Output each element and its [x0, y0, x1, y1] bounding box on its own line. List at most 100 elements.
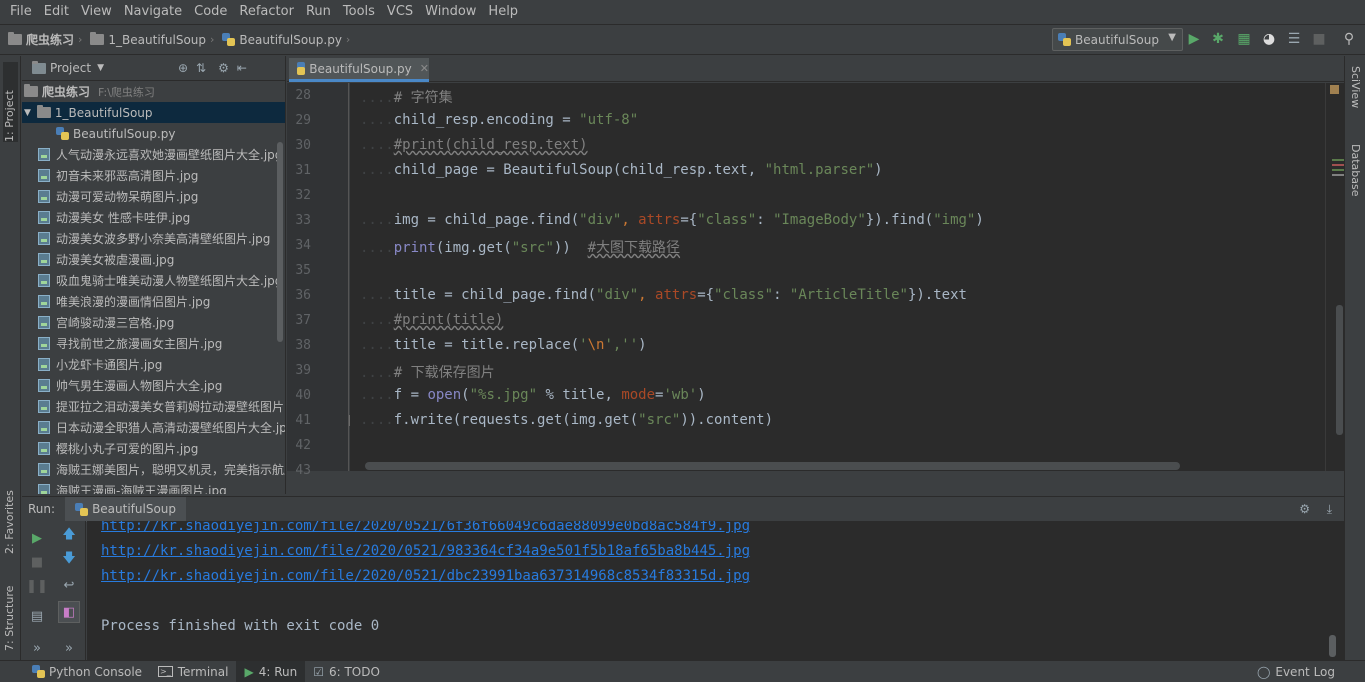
- stop-icon[interactable]: ■: [28, 553, 46, 571]
- profile-icon[interactable]: ◕: [1261, 31, 1277, 47]
- project-scrollbar[interactable]: [277, 142, 283, 342]
- run-icon: ▶: [244, 664, 254, 679]
- tree-file-item[interactable]: 小龙虾卡通图片.jpg: [22, 354, 285, 375]
- project-panel-header: Project ▼ ⊕ ⇅ ⚙ ⇤: [22, 56, 285, 81]
- tab-project[interactable]: 1: Project: [3, 62, 18, 142]
- menu-navigate[interactable]: Navigate: [118, 0, 188, 24]
- more-icon[interactable]: »: [28, 639, 46, 657]
- tab-database[interactable]: Database: [1349, 144, 1362, 197]
- tab-beautifulsoup-py[interactable]: BeautifulSoup.py ✕: [289, 58, 429, 82]
- line-number: 29: [295, 113, 311, 128]
- tab-structure[interactable]: 7: Structure: [3, 571, 16, 651]
- tree-file-item[interactable]: 日本动漫全职猎人高清动漫壁纸图片大全.jpg: [22, 417, 285, 438]
- change-marker[interactable]: [1332, 169, 1344, 171]
- editor-horizontal-scrollbar[interactable]: [365, 462, 1180, 470]
- menu-window[interactable]: Window: [419, 0, 482, 24]
- tree-file-item[interactable]: 动漫美女被虐漫画.jpg: [22, 249, 285, 270]
- editor-vertical-scrollbar[interactable]: [1336, 305, 1343, 435]
- breadcrumb-folder[interactable]: 1_BeautifulSoup ›: [90, 32, 218, 47]
- chevron-down-icon: ▼: [24, 107, 31, 118]
- code-line-30: ....#print(child_resp.text): [360, 137, 588, 153]
- menu-refactor[interactable]: Refactor: [233, 0, 300, 24]
- code-line-38: ....title = title.replace('\n',''): [360, 337, 647, 353]
- concurrency-icon[interactable]: ☰: [1286, 31, 1302, 47]
- tree-file-item[interactable]: 海贼王娜美图片，聪明又机灵，完美指示航路.jpg: [22, 459, 285, 480]
- code-line-36: ....title = child_page.find("div", attrs…: [360, 287, 967, 303]
- run-button[interactable]: ▶: [1186, 31, 1202, 47]
- hide-icon[interactable]: ⤓: [1327, 502, 1332, 517]
- tree-file-item[interactable]: 动漫美女波多野小奈美高清壁纸图片.jpg: [22, 228, 285, 249]
- output-link[interactable]: http://kr.shaodiyejin.com/file/2020/0521…: [101, 568, 750, 584]
- inspection-icon[interactable]: [1330, 85, 1339, 94]
- project-view-select[interactable]: Project: [50, 61, 91, 75]
- tree-file-item[interactable]: 提亚拉之泪动漫美女普莉姆拉动漫壁纸图片.jpg: [22, 396, 285, 417]
- menu-tools[interactable]: Tools: [337, 0, 381, 24]
- locate-icon[interactable]: ⊕: [178, 61, 188, 75]
- line-number: 38: [295, 338, 311, 353]
- console-scrollbar[interactable]: [1329, 635, 1336, 657]
- arrow-down-icon[interactable]: 🡇: [60, 551, 78, 569]
- hide-icon[interactable]: ⇤: [237, 61, 247, 75]
- right-tool-stripe: SciView Database: [1344, 56, 1365, 660]
- more-icon[interactable]: »: [60, 639, 78, 657]
- collapse-all-icon[interactable]: ⇅: [196, 61, 206, 75]
- debug-icon[interactable]: ✱: [1210, 31, 1226, 47]
- menu-code[interactable]: Code: [188, 0, 233, 24]
- layout-icon[interactable]: ▤: [28, 607, 46, 625]
- tree-file-item[interactable]: 寻找前世之旅漫画女主图片.jpg: [22, 333, 285, 354]
- gear-icon[interactable]: ⚙: [1299, 502, 1310, 516]
- tab-event-log[interactable]: ◯ Event Log: [1249, 661, 1343, 682]
- menu-edit[interactable]: Edit: [38, 0, 75, 24]
- output-link[interactable]: http://kr.shaodiyejin.com/file/2020/0521…: [101, 521, 750, 534]
- menu-help[interactable]: Help: [482, 0, 524, 24]
- tree-root[interactable]: 爬虫练习 F:\爬虫练习: [22, 81, 285, 102]
- run-console-output[interactable]: http://kr.shaodiyejin.com/file/2020/0521…: [87, 521, 1344, 660]
- arrow-up-icon[interactable]: 🡅: [60, 527, 78, 545]
- tab-run[interactable]: ▶ 4: Run: [236, 660, 306, 682]
- pause-icon[interactable]: ❚❚: [26, 577, 48, 595]
- run-configuration-select[interactable]: BeautifulSoup ▼: [1052, 28, 1183, 51]
- coverage-icon[interactable]: ▦: [1236, 31, 1252, 47]
- tree-script[interactable]: BeautifulSoup.py: [22, 123, 285, 144]
- tree-file-item[interactable]: 动漫美女 性感卡哇伊.jpg: [22, 207, 285, 228]
- run-tab-beautifulsoup[interactable]: BeautifulSoup: [65, 496, 187, 522]
- tree-file-item[interactable]: 海贼王漫画-海贼王漫画图片.jpg: [22, 480, 285, 494]
- line-number: 35: [295, 263, 311, 278]
- change-marker[interactable]: [1332, 159, 1344, 161]
- pin-tab-icon[interactable]: ◧: [58, 601, 80, 623]
- menu-file[interactable]: File: [4, 0, 38, 24]
- gear-icon[interactable]: ⚙: [218, 61, 229, 75]
- menu-vcs[interactable]: VCS: [381, 0, 419, 24]
- tab-todo[interactable]: ☑ 6: TODO: [305, 661, 388, 682]
- change-marker[interactable]: [1332, 164, 1344, 166]
- search-icon[interactable]: ⚲: [1341, 31, 1357, 47]
- chevron-down-icon[interactable]: ▼: [97, 63, 104, 73]
- stop-icon[interactable]: ■: [1311, 31, 1327, 47]
- soft-wrap-icon[interactable]: ↩: [60, 576, 78, 594]
- tree-file-item[interactable]: 帅气男生漫画人物图片大全.jpg: [22, 375, 285, 396]
- tree-file-item[interactable]: 唯美浪漫的漫画情侣图片.jpg: [22, 291, 285, 312]
- code-line-40: ....f = open("%s.jpg" % title, mode='wb'…: [360, 387, 706, 403]
- tree-file-item[interactable]: 樱桃小丸子可爱的图片.jpg: [22, 438, 285, 459]
- tree-file-item[interactable]: 初音未来邪恶高清图片.jpg: [22, 165, 285, 186]
- tab-terminal[interactable]: >_ Terminal: [150, 661, 236, 682]
- code-editor[interactable]: ....# 字符集 ....child_resp.encoding = "utf…: [350, 83, 1325, 471]
- tab-favorites[interactable]: 2: Favorites: [3, 474, 16, 554]
- tree-file-item[interactable]: 吸血鬼骑士唯美动漫人物壁纸图片大全.jpg: [22, 270, 285, 291]
- menu-view[interactable]: View: [75, 0, 118, 24]
- breadcrumb-root[interactable]: 爬虫练习 ›: [8, 31, 86, 48]
- image-file-icon: [38, 211, 50, 224]
- tree-file-item[interactable]: 人气动漫永远喜欢她漫画壁纸图片大全.jpg: [22, 144, 285, 165]
- change-marker[interactable]: [1332, 174, 1344, 176]
- breadcrumb-file[interactable]: BeautifulSoup.py ›: [222, 33, 354, 47]
- close-icon[interactable]: ✕: [420, 62, 429, 75]
- tab-sciview[interactable]: SciView: [1349, 66, 1362, 108]
- image-file-icon: [38, 484, 50, 494]
- rerun-icon[interactable]: ▶: [28, 529, 46, 547]
- tree-folder[interactable]: ▼ 1_BeautifulSoup: [22, 102, 285, 123]
- output-link[interactable]: http://kr.shaodiyejin.com/file/2020/0521…: [101, 543, 750, 559]
- tree-file-item[interactable]: 动漫可爱动物呆萌图片.jpg: [22, 186, 285, 207]
- menu-run[interactable]: Run: [300, 0, 337, 24]
- tab-python-console[interactable]: Python Console: [24, 661, 150, 682]
- tree-file-item[interactable]: 宫崎骏动漫三宫格.jpg: [22, 312, 285, 333]
